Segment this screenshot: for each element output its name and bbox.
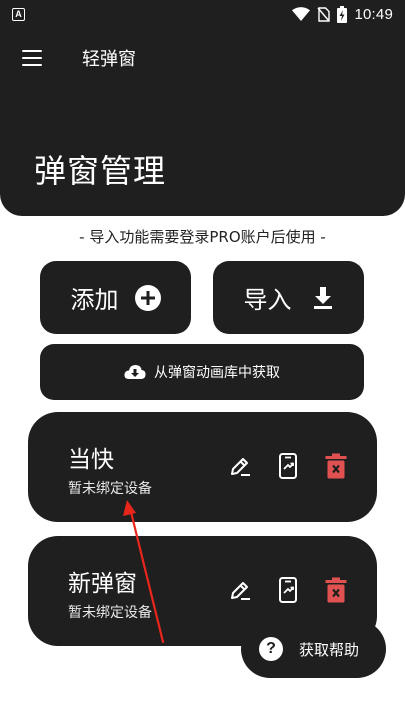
help-fab-label: 获取帮助 xyxy=(299,640,360,659)
edit-icon[interactable] xyxy=(227,453,253,479)
popup-card-actions xyxy=(227,453,349,479)
popup-card-title: 当快 xyxy=(68,447,114,473)
status-right: 10:49 xyxy=(292,5,393,23)
app-notification-icon: A xyxy=(12,7,25,21)
plus-circle-icon xyxy=(134,284,161,311)
hamburger-menu-icon[interactable] xyxy=(22,50,42,66)
gallery-button-label: 从弹窗动画库中获取 xyxy=(154,365,280,381)
bind-device-icon[interactable] xyxy=(275,577,301,603)
status-bar: A 10:49 xyxy=(0,0,405,28)
cloud-download-icon xyxy=(124,365,146,379)
bind-device-icon[interactable] xyxy=(275,453,301,479)
add-button-label: 添加 xyxy=(70,286,119,314)
popup-card-subtitle: 暂未绑定设备 xyxy=(68,481,152,497)
popup-card-subtitle: 暂未绑定设备 xyxy=(68,605,152,621)
header: 轻弹窗 弹窗管理 xyxy=(0,28,405,216)
popup-card-actions xyxy=(227,577,349,603)
popup-card[interactable]: 当快 暂未绑定设备 xyxy=(28,412,377,522)
help-icon: ? xyxy=(259,637,283,661)
import-notice: - 导入功能需要登录PRO账户后使用 - xyxy=(79,228,326,246)
add-button[interactable]: 添加 xyxy=(40,261,191,334)
status-left: A xyxy=(12,7,25,21)
delete-icon[interactable] xyxy=(323,453,349,479)
download-icon xyxy=(313,286,332,309)
app-title: 轻弹窗 xyxy=(82,49,136,70)
gallery-button[interactable]: 从弹窗动画库中获取 xyxy=(40,344,364,400)
battery-charging-icon xyxy=(337,5,348,23)
status-time: 10:49 xyxy=(354,5,393,23)
help-fab[interactable]: ? 获取帮助 xyxy=(241,620,386,678)
popup-card-title: 新弹窗 xyxy=(68,571,137,597)
import-button-label: 导入 xyxy=(243,286,292,314)
import-button[interactable]: 导入 xyxy=(213,261,364,334)
page-title: 弹窗管理 xyxy=(34,152,167,190)
edit-icon[interactable] xyxy=(227,577,253,603)
delete-icon[interactable] xyxy=(323,577,349,603)
no-sim-icon xyxy=(317,6,331,22)
wifi-icon xyxy=(292,7,311,21)
